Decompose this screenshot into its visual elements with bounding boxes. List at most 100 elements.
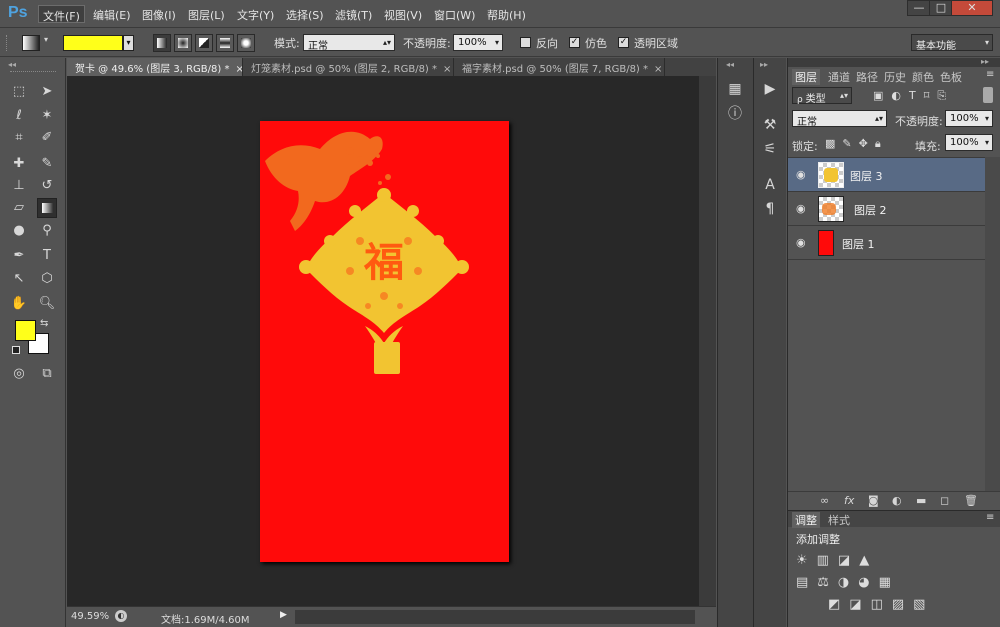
brush-tool-icon[interactable]: ✎ [37, 154, 57, 174]
radial-gradient-button[interactable] [174, 34, 192, 52]
hand-tool-icon[interactable]: ✋ [9, 294, 29, 314]
layer-name[interactable]: 图层 3 [850, 168, 883, 184]
adjustment-icons-row-1[interactable]: ☀▥◪▲ [796, 553, 878, 568]
shape-tool-icon[interactable]: ⬡ [37, 269, 57, 289]
maximize-button[interactable]: □ [929, 0, 953, 16]
pen-tool-icon[interactable]: ✒ [9, 246, 29, 266]
zoom-level[interactable]: 49.59% [71, 611, 109, 622]
gradient-tool-icon[interactable] [22, 35, 40, 51]
status-menu-arrow-icon[interactable]: ▶ [280, 610, 287, 620]
layer-name[interactable]: 图层 1 [842, 236, 875, 252]
dither-checkbox[interactable]: ✓ [569, 37, 580, 48]
layer-row[interactable]: ◉ 图层 3 [788, 158, 985, 192]
move-tool-icon[interactable]: ➤ [37, 82, 57, 102]
gradient-swatch[interactable] [63, 35, 123, 51]
menu-image[interactable]: 图像(I) [138, 5, 180, 23]
menu-window[interactable]: 窗口(W) [430, 5, 479, 23]
trash-icon[interactable]: 🗑︎ [964, 494, 978, 507]
fx-icon[interactable]: fx [844, 494, 854, 507]
collapse-arrows-icon[interactable]: ◂◂ [726, 60, 734, 69]
path-selection-icon[interactable]: ↖ [9, 269, 29, 289]
document-canvas[interactable]: 福 [260, 121, 509, 562]
layer-name[interactable]: 图层 2 [854, 202, 887, 218]
lasso-tool-icon[interactable]: ℓ [9, 106, 29, 126]
close-button[interactable]: ✕ [951, 0, 993, 16]
blur-tool-icon[interactable]: ● [9, 221, 29, 241]
layer-row[interactable]: ◉ 图层 1 [788, 226, 985, 260]
fill-input[interactable]: 100% ▾ [945, 134, 993, 151]
menu-type[interactable]: 文字(Y) [233, 5, 278, 23]
angle-gradient-button[interactable] [195, 34, 213, 52]
character-panel-icon[interactable]: A [759, 174, 781, 196]
adjustment-icons-row-2[interactable]: ▤⚖◑◕▦ [796, 575, 900, 590]
menu-help[interactable]: 帮助(H) [483, 5, 530, 23]
layer-filter-select[interactable]: ρ 类型 ▴▾ [792, 87, 852, 105]
minimize-button[interactable]: — [907, 0, 931, 16]
collapse-arrows-icon[interactable]: ▸▸ [981, 57, 989, 66]
adjustment-icon[interactable]: ◐ [892, 494, 902, 507]
menu-file[interactable]: 文件(F) [38, 5, 85, 23]
layers-scrollbar[interactable] [985, 157, 1000, 491]
panel-menu-icon[interactable]: ≡ [986, 512, 994, 523]
marquee-tool-icon[interactable]: ⬚ [9, 82, 29, 102]
filter-toggle[interactable] [983, 87, 993, 103]
clone-stamp-icon[interactable]: ⊥ [9, 176, 29, 196]
mask-icon[interactable]: ◙ [868, 494, 879, 507]
dodge-tool-icon[interactable]: ⚲ [37, 221, 57, 241]
paragraph-panel-icon[interactable]: ¶ [759, 198, 781, 220]
tab-history[interactable]: 历史 [884, 69, 906, 85]
canvas-area[interactable]: 福 [67, 76, 699, 606]
transparency-checkbox[interactable]: ✓ [618, 37, 629, 48]
foreground-color-swatch[interactable] [15, 320, 36, 341]
brush-panel-icon[interactable]: ⚒ [759, 114, 781, 136]
healing-brush-icon[interactable]: ✚ [9, 154, 29, 174]
status-icon[interactable]: ◐ [115, 610, 127, 622]
menu-view[interactable]: 视图(V) [380, 5, 426, 23]
expand-arrows-icon[interactable]: ▸▸ [760, 60, 768, 69]
menu-layer[interactable]: 图层(L) [184, 5, 229, 23]
tool-preset-arrow-icon[interactable]: ▾ [44, 35, 48, 44]
close-icon[interactable]: × [235, 64, 242, 75]
reflected-gradient-button[interactable] [216, 34, 234, 52]
panel-menu-icon[interactable]: ≡ [986, 69, 994, 80]
layer-opacity-input[interactable]: 100% ▾ [945, 110, 993, 127]
type-tool-icon[interactable]: T [37, 246, 57, 266]
new-layer-icon[interactable]: ◻ [940, 494, 949, 507]
gradient-tool-icon[interactable] [37, 198, 57, 218]
menu-filter[interactable]: 滤镜(T) [331, 5, 376, 23]
quick-mask-icon[interactable]: ◎ [9, 364, 29, 384]
tab-lantern[interactable]: 灯笼素材.psd @ 50% (图层 2, RGB/8) * × [243, 58, 454, 76]
eye-icon[interactable]: ◉ [796, 202, 806, 215]
horizontal-scrollbar[interactable] [295, 610, 695, 624]
blend-mode-select[interactable]: 正常 ▴▾ [792, 110, 887, 128]
eraser-tool-icon[interactable]: ▱ [9, 198, 29, 218]
info-panel-icon[interactable]: ⓘ [724, 103, 746, 125]
diamond-gradient-button[interactable] [237, 34, 255, 52]
tab-swatches[interactable]: 色板 [940, 69, 962, 85]
lock-icons[interactable]: ▩✎✥🔒︎ [825, 137, 888, 151]
adjustment-icons-row-3[interactable]: ◩◪◫▨▧ [828, 597, 934, 612]
collapse-arrows-icon[interactable]: ◂◂ [8, 60, 16, 69]
brush-presets-icon[interactable]: ⚟ [759, 138, 781, 160]
gradient-picker-arrow-icon[interactable]: ▾ [123, 35, 134, 51]
history-brush-icon[interactable]: ↺ [37, 176, 57, 196]
close-icon[interactable]: × [654, 64, 662, 75]
history-panel-icon[interactable]: ▦ [724, 78, 746, 100]
filter-type-icons[interactable]: ▣◐T⌑⎘ [873, 89, 954, 103]
workspace-select[interactable]: 基本功能 ▾ [911, 34, 993, 52]
tab-layers[interactable]: 图层 [792, 69, 820, 85]
eye-icon[interactable]: ◉ [796, 168, 806, 181]
menu-select[interactable]: 选择(S) [282, 5, 328, 23]
tab-paths[interactable]: 路径 [856, 69, 878, 85]
linear-gradient-button[interactable] [153, 34, 171, 52]
opacity-input[interactable]: 100% ▾ [453, 34, 503, 51]
vertical-scrollbar[interactable] [699, 76, 716, 606]
reverse-checkbox[interactable] [520, 37, 531, 48]
tab-adjustments[interactable]: 调整 [792, 512, 820, 528]
swap-colors-icon[interactable]: ⇆ [40, 318, 48, 329]
tab-color[interactable]: 颜色 [912, 69, 934, 85]
eyedropper-icon[interactable]: ✐ [37, 128, 57, 148]
default-colors-icon[interactable] [12, 346, 20, 354]
close-icon[interactable]: × [443, 64, 451, 75]
link-icon[interactable]: ∞ [820, 494, 829, 507]
